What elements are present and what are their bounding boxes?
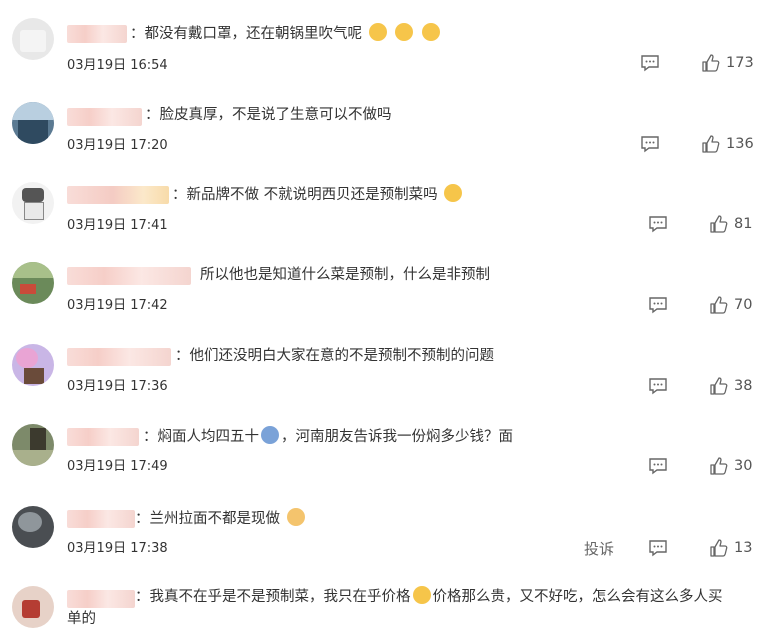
comment-text: ：他们还没明白大家在意的不是预制不预制的问题 xyxy=(175,348,494,364)
like-count: 38 xyxy=(734,378,753,394)
avatar[interactable] xyxy=(12,18,54,60)
like-icon[interactable] xyxy=(702,135,720,153)
comment-text: 所以他也是知道什么菜是预制，什么是非预制 xyxy=(200,267,490,283)
comment-time: 03月19日 17:42 xyxy=(67,298,168,313)
thinking-emoji xyxy=(444,184,463,202)
avatar[interactable] xyxy=(12,182,54,224)
like-count: 136 xyxy=(726,136,754,152)
comment-item: 所以他也是知道什么菜是预制，什么是非预制 03月19日 17:42 70 xyxy=(0,260,775,340)
username[interactable] xyxy=(67,428,139,446)
comment-item: ：他们还没明白大家在意的不是预制不预制的问题 03月19日 17:36 38 xyxy=(0,342,775,422)
comment-item: ：我真不在乎是不是预制菜，我只在乎价格 价格那么贵，又不好吃，怎么会有这么多人买 … xyxy=(0,584,775,635)
reply-icon[interactable] xyxy=(640,135,660,153)
comment-item: ：都没有戴口罩，还在朝锅里吹气呢 03月19日 16:54 173 xyxy=(0,16,775,96)
like-count: 81 xyxy=(734,216,753,232)
username[interactable] xyxy=(67,267,191,285)
comment-time: 03月19日 17:41 xyxy=(67,218,168,233)
avatar[interactable] xyxy=(12,506,54,548)
comment-item: ：焖面人均四五十 ，河南朋友告诉我一份焖多少钱？面 03月19日 17:49 30 xyxy=(0,422,775,502)
reply-icon[interactable] xyxy=(648,215,668,233)
report-button[interactable]: 投诉 xyxy=(584,538,614,559)
comment-time: 03月19日 17:20 xyxy=(67,138,168,153)
like-count: 70 xyxy=(734,297,753,313)
avatar[interactable] xyxy=(12,586,54,628)
comment-text: ：兰州拉面不都是现做 xyxy=(135,508,307,529)
like-icon[interactable] xyxy=(710,377,728,395)
like-icon[interactable] xyxy=(710,215,728,233)
like-icon[interactable] xyxy=(710,296,728,314)
reply-icon[interactable] xyxy=(648,296,668,314)
username[interactable] xyxy=(67,510,135,528)
avatar[interactable] xyxy=(12,102,54,144)
comment-time: 03月19日 16:54 xyxy=(67,58,168,73)
comment-text: ：焖面人均四五十 ，河南朋友告诉我一份焖多少钱？面 xyxy=(143,426,513,447)
laugh-cry-emoji xyxy=(412,586,431,604)
reply-icon[interactable] xyxy=(640,54,660,72)
comment-time: 03月19日 17:49 xyxy=(67,459,168,474)
reply-icon[interactable] xyxy=(648,539,668,557)
like-icon[interactable] xyxy=(710,539,728,557)
username[interactable] xyxy=(67,186,169,204)
laugh-cry-emoji xyxy=(368,23,387,41)
comment-item: ：脸皮真厚，不是说了生意可以不做吗 03月19日 17:20 136 xyxy=(0,100,775,180)
avatar[interactable] xyxy=(12,262,54,304)
comment-text: ：都没有戴口罩，还在朝锅里吹气呢 xyxy=(130,23,442,44)
comment-text: ：脸皮真厚，不是说了生意可以不做吗 xyxy=(145,107,392,123)
reply-icon[interactable] xyxy=(648,457,668,475)
laugh-cry-emoji xyxy=(395,23,414,41)
reply-icon[interactable] xyxy=(648,377,668,395)
like-icon[interactable] xyxy=(702,54,720,72)
username[interactable] xyxy=(67,25,127,43)
like-icon[interactable] xyxy=(710,457,728,475)
husky-emoji xyxy=(261,426,279,444)
like-count: 30 xyxy=(734,458,753,474)
username[interactable] xyxy=(67,348,171,366)
avatar[interactable] xyxy=(12,344,54,386)
like-count: 173 xyxy=(726,55,754,71)
avatar[interactable] xyxy=(12,424,54,466)
comment-text: ：新品牌不做 不就说明西贝还是预制菜吗 xyxy=(172,184,464,205)
comment-item: ：兰州拉面不都是现做 03月19日 17:38 投诉 13 xyxy=(0,504,775,584)
username[interactable] xyxy=(67,108,142,126)
comment-text: ：我真不在乎是不是预制菜，我只在乎价格 价格那么贵，又不好吃，怎么会有这么多人买 … xyxy=(67,586,767,630)
comment-time: 03月19日 17:38 xyxy=(67,541,168,556)
laugh-cry-emoji xyxy=(421,23,440,41)
comment-time: 03月19日 17:36 xyxy=(67,379,168,394)
comment-item: ：新品牌不做 不就说明西贝还是预制菜吗 03月19日 17:41 81 xyxy=(0,180,775,260)
doge-emoji xyxy=(286,508,305,526)
like-count: 13 xyxy=(734,540,753,556)
